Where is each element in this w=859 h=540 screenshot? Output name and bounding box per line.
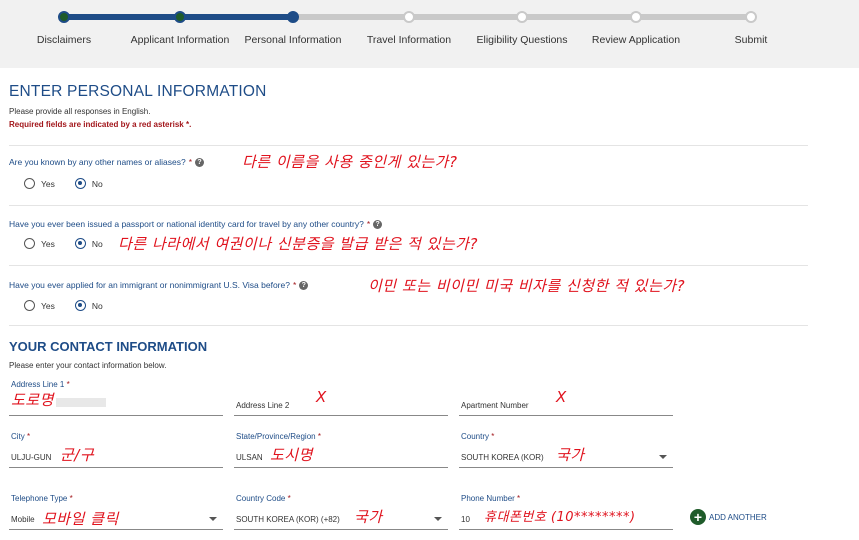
- divider: [9, 145, 808, 146]
- radio-label: Yes: [41, 300, 55, 311]
- radio-yes-aliases[interactable]: Yes: [24, 178, 55, 189]
- question-aliases: Are you known by any other names or alia…: [9, 157, 205, 167]
- annotation-address2: X: [316, 388, 327, 406]
- field-value: 10: [461, 515, 470, 524]
- annotation-aliases: 다른 이름을 사용 중인게 있는가?: [242, 153, 458, 171]
- annotation-state: 도시명: [270, 446, 313, 464]
- help-icon[interactable]: ?: [373, 219, 383, 229]
- radio-circle[interactable]: [24, 300, 35, 311]
- progress-bar: Disclaimers Applicant Information Person…: [0, 0, 859, 68]
- step-node-eligibility: [516, 11, 528, 23]
- field-value: 도로명: [11, 389, 106, 410]
- city-field[interactable]: City * ULJU-GUN: [9, 432, 223, 468]
- step-label-disclaimers: Disclaimers: [36, 34, 92, 46]
- radio-circle[interactable]: [24, 238, 35, 249]
- step-node-disclaimers: [58, 11, 70, 23]
- radio-group-visa: Yes No: [24, 300, 123, 311]
- field-value: SOUTH KOREA (KOR): [461, 453, 544, 462]
- step-node-applicant: [174, 11, 186, 23]
- radio-yes-visa[interactable]: Yes: [24, 300, 55, 311]
- field-label: State/Province/Region *: [236, 432, 321, 441]
- annotation-country-code: 국가: [354, 508, 383, 526]
- required-asterisk: *: [292, 280, 297, 290]
- field-value: ULJU-GUN: [11, 453, 52, 462]
- annotation-address1: 도로명: [11, 391, 54, 409]
- step-node-review: [630, 11, 642, 23]
- plus-icon[interactable]: +: [690, 509, 706, 525]
- country-code-select[interactable]: Country Code * SOUTH KOREA (KOR) (+82): [234, 494, 448, 530]
- radio-label: No: [91, 178, 103, 189]
- field-label: Address Line 1 *: [11, 380, 70, 389]
- radio-no-aliases[interactable]: No: [74, 178, 103, 189]
- divider: [9, 205, 808, 206]
- add-another-label: ADD ANOTHER: [709, 512, 767, 522]
- field-label: Country *: [461, 432, 495, 441]
- divider: [9, 265, 808, 266]
- radio-circle-selected[interactable]: [74, 238, 86, 249]
- field-label: Telephone Type *: [11, 494, 73, 503]
- step-label-travel: Travel Information: [366, 34, 452, 46]
- required-asterisk: *: [188, 157, 193, 167]
- field-value: Mobile: [11, 515, 35, 524]
- annotation-apartment: X: [556, 388, 567, 406]
- annotation-country: 국가: [556, 446, 585, 464]
- radio-no-passport[interactable]: No: [74, 238, 103, 249]
- step-label-eligibility: Eligibility Questions: [476, 34, 568, 46]
- address-line-1-field[interactable]: Address Line 1 * 도로명: [9, 380, 223, 416]
- field-value: SOUTH KOREA (KOR) (+82): [236, 515, 340, 524]
- chevron-down-icon[interactable]: [209, 517, 217, 521]
- field-placeholder: Address Line 2: [236, 401, 290, 410]
- required-note: Required fields are indicated by a red a…: [9, 120, 192, 129]
- page-title: ENTER PERSONAL INFORMATION: [9, 83, 267, 100]
- annotation-visa: 이민 또는 비이민 미국 비자를 신청한 적 있는가?: [368, 277, 686, 295]
- radio-label: Yes: [41, 178, 55, 189]
- step-label-review: Review Application: [591, 34, 681, 46]
- question-visa: Have you ever applied for an immigrant o…: [9, 280, 309, 290]
- address-line-2-field[interactable]: Address Line 2: [234, 380, 448, 416]
- step-node-personal: [287, 11, 299, 23]
- english-note: Please provide all responses in English.: [9, 107, 151, 116]
- radio-no-visa[interactable]: No: [74, 300, 103, 311]
- step-label-submit: Submit: [734, 34, 768, 46]
- annotation-city: 군/구: [60, 446, 95, 464]
- radio-label: Yes: [41, 238, 55, 249]
- annotation-phone-type: 모바일 클릭: [42, 510, 119, 528]
- radio-circle-selected[interactable]: [74, 300, 86, 311]
- divider: [9, 325, 808, 326]
- field-value: ULSAN: [236, 453, 263, 462]
- radio-label: No: [91, 238, 103, 249]
- chevron-down-icon[interactable]: [659, 455, 667, 459]
- question-text: Have you ever been issued a passport or …: [9, 219, 364, 229]
- question-text: Are you known by any other names or alia…: [9, 157, 186, 167]
- state-field[interactable]: State/Province/Region * ULSAN: [234, 432, 448, 468]
- add-another-button[interactable]: + ADD ANOTHER: [690, 509, 767, 525]
- step-label-personal: Personal Information: [244, 34, 342, 46]
- field-label: Country Code *: [236, 494, 291, 503]
- annotation-passport: 다른 나라에서 여권이나 신분증을 발급 받은 적 있는가?: [118, 235, 478, 253]
- redacted-value: [55, 398, 106, 408]
- radio-circle[interactable]: [24, 178, 35, 189]
- required-asterisk: *: [366, 219, 371, 229]
- contact-subtitle: Please enter your contact information be…: [9, 361, 167, 370]
- radio-yes-passport[interactable]: Yes: [24, 238, 55, 249]
- question-passport: Have you ever been issued a passport or …: [9, 219, 383, 229]
- help-icon[interactable]: ?: [299, 280, 309, 290]
- step-node-travel: [403, 11, 415, 23]
- contact-section-title: YOUR CONTACT INFORMATION: [9, 339, 208, 354]
- radio-group-passport: Yes No: [24, 238, 123, 249]
- field-label: City *: [11, 432, 31, 441]
- chevron-down-icon[interactable]: [434, 517, 442, 521]
- step-node-submit: [745, 11, 757, 23]
- field-placeholder: Apartment Number: [461, 401, 529, 410]
- help-icon[interactable]: ?: [195, 157, 205, 167]
- question-text: Have you ever applied for an immigrant o…: [9, 280, 290, 290]
- step-label-applicant: Applicant Information: [130, 34, 230, 46]
- annotation-phone-number: 휴대폰번호 (10********): [484, 510, 636, 525]
- radio-circle-selected[interactable]: [74, 178, 86, 189]
- radio-group-aliases: Yes No: [24, 178, 123, 189]
- radio-label: No: [91, 300, 103, 311]
- field-label: Phone Number *: [461, 494, 521, 503]
